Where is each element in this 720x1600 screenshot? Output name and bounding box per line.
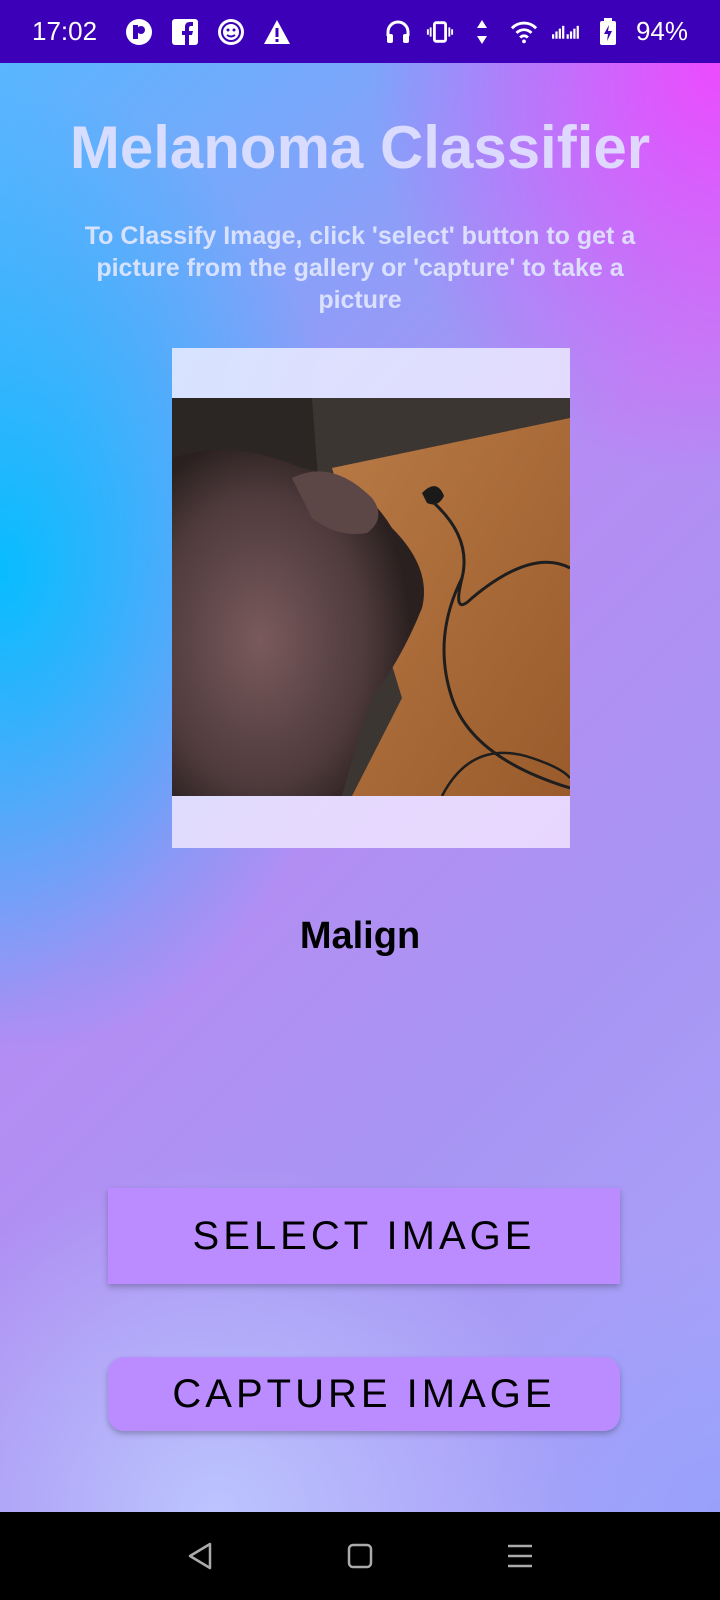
home-icon[interactable] [340,1536,380,1576]
signal-icon [551,18,580,46]
page-title: Melanoma Classifier [69,114,651,181]
status-time: 17:02 [32,16,98,46]
headphones-icon [384,18,412,46]
vibrate-icon [426,18,454,46]
capture-image-button[interactable]: CAPTURE IMAGE [108,1357,620,1431]
battery-charging-icon [594,17,622,46]
status-bar: 17:02 94% [0,0,720,63]
app-screen: Melanoma Classifier To Classify Image, c… [0,63,720,1512]
navigation-bar [0,1512,720,1600]
classified-photo [172,398,570,796]
battery-percent: 94% [635,16,688,46]
instructions-text: To Classify Image, click 'select' button… [84,222,636,314]
face-app-icon [217,18,245,46]
facebook-icon [171,18,199,46]
image-preview-frame [172,348,570,848]
classification-result: Malign [299,915,421,957]
data-arrows-icon [468,18,496,46]
app-p-icon [125,18,153,46]
select-image-button[interactable]: SELECT IMAGE [108,1188,620,1284]
photo-illustration [172,398,570,796]
back-icon[interactable] [180,1536,220,1576]
warning-icon [263,18,291,46]
menu-icon[interactable] [500,1536,540,1576]
wifi-icon [510,18,538,46]
